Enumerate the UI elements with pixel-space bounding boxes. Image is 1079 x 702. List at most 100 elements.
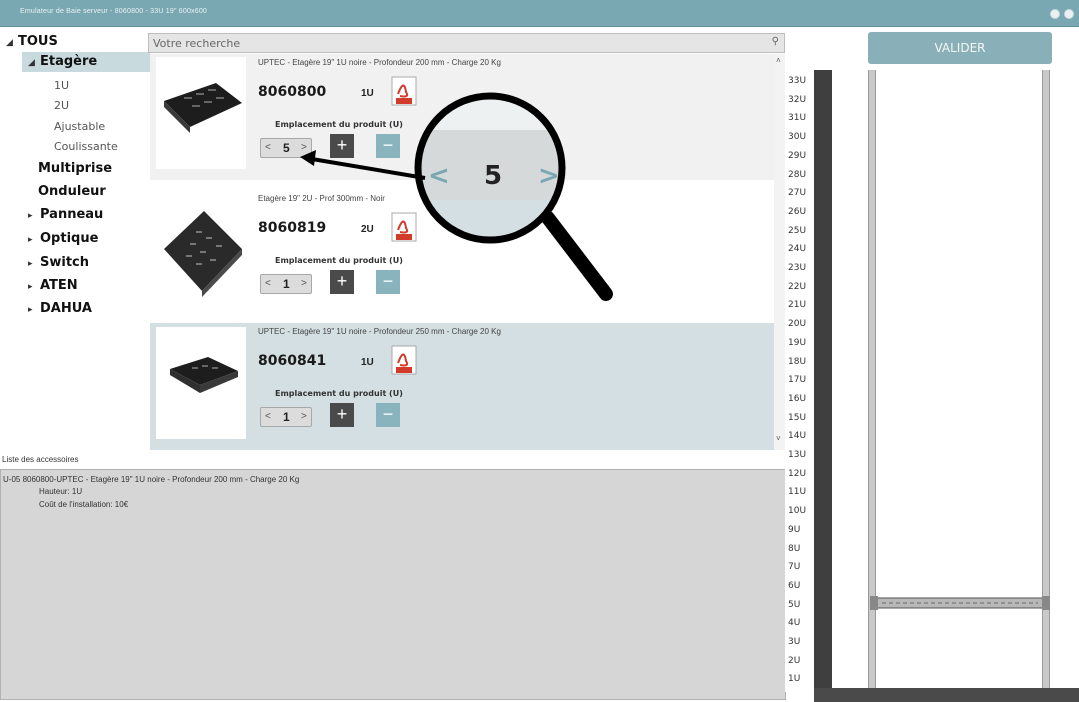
list-scrollbar[interactable]: ˄ ˅ [774,54,785,450]
rack-unit-label: 3U [788,637,801,647]
rack-unit-label: 8U [788,543,801,554]
rack-base [814,688,1079,702]
tree-item-dahua[interactable]: ▸ DAHUA [28,301,92,316]
rack-unit-label: 23U [788,263,807,273]
chevron-left-icon[interactable]: < [265,142,271,153]
tree-item-panneau[interactable]: ▸ Panneau [28,207,103,222]
tree-item-1u[interactable]: 1U [54,79,69,92]
rack-unit-label: 6U [788,580,801,591]
add-button[interactable]: + [330,134,354,158]
product-image [156,327,246,439]
remove-button[interactable]: − [376,134,400,158]
position-value: 1 [283,410,290,424]
rack-unit-label: 31U [788,113,807,124]
chevron-right-icon[interactable]: > [301,278,307,289]
window-title: Emulateur de Baie serveur - 8060800 - 33… [20,8,208,15]
tree-item-optique[interactable]: ▸ Optique [28,231,98,246]
chevron-up-icon[interactable]: ˄ [776,56,781,65]
accessory-cost: Coût de l'installation: 10€ [39,500,129,509]
product-units: 1U [361,357,374,368]
rack-unit-label: 19U [788,337,807,348]
accessories-list: U-05 8060800-UPTEC - Etagère 19" 1U noir… [0,469,786,700]
rack-unit-label: 4U [788,618,801,629]
chevron-left-icon[interactable]: < [265,278,271,289]
category-tree: ◢ TOUS ◢ Etagère 1U 2U Ajustable Coulissan… [0,32,150,450]
product-card[interactable]: UPTEC - Etagère 19" 1U noire - Profondeu… [150,323,784,450]
tree-item-2u[interactable]: 2U [54,99,69,112]
rack-unit-label: 22U [788,281,807,292]
rack-unit-label: 17U [788,375,807,386]
product-image [156,57,246,169]
tree-item-ajustable[interactable]: Ajustable [54,120,105,133]
rack-unit-label: 18U [788,356,807,367]
product-list: UPTEC - Etagère 19" 1U noire - Profondeu… [150,54,784,450]
chevron-right-icon[interactable]: > [301,411,307,422]
tree-item-etagere[interactable]: ◢ Etagère [22,52,150,72]
pdf-icon[interactable] [390,212,418,242]
position-stepper[interactable]: < 1 > [260,274,312,294]
validate-button[interactable]: VALIDER [868,32,1052,64]
position-value: 1 [283,277,290,291]
rack-unit-label: 25U [788,225,807,236]
product-card[interactable]: Etagère 19" 2U - Prof 300mm - Noir 80608… [150,190,784,316]
rack-unit-label: 9U [788,524,801,535]
position-stepper[interactable]: < 1 > [260,407,312,427]
pdf-icon[interactable] [390,76,418,106]
tree-item-onduleur[interactable]: Onduleur [38,184,106,199]
remove-button[interactable]: − [376,403,400,427]
tree-item-switch[interactable]: ▸ Switch [28,255,89,270]
minimize-button[interactable] [1050,9,1060,19]
product-reference: 8060800 [258,84,327,100]
search-icon[interactable]: ⚲ [772,36,779,47]
product-units: 2U [361,224,374,235]
rack-unit-label: 11U [788,487,807,498]
product-reference: 8060841 [258,353,327,369]
position-stepper[interactable]: < 5 > [260,138,312,158]
position-label: Emplacement du produit (U) [275,389,403,398]
position-label: Emplacement du produit (U) [275,256,403,265]
position-label: Emplacement du produit (U) [275,120,403,129]
expand-arrow-icon: ▸ [28,211,33,221]
rack-unit-label: 27U [788,188,807,199]
rack-unit-label: 26U [788,206,807,217]
add-button[interactable]: + [330,270,354,294]
remove-button[interactable]: − [376,270,400,294]
rack-unit-label: 5U [788,599,801,610]
product-description: UPTEC - Etagère 19" 1U noire - Profondeu… [258,58,501,67]
rack-unit-label: 20U [788,319,807,330]
rack-unit-label: 21U [788,300,807,311]
tree-item-aten[interactable]: ▸ ATEN [28,278,78,293]
expand-arrow-icon: ▸ [28,282,33,292]
search-input[interactable] [153,36,753,51]
chevron-right-icon[interactable]: > [301,142,307,153]
rack-unit-label: 33U [788,76,807,86]
rack-unit-label: 12U [788,468,807,479]
rack-unit-label: 1U [788,674,801,685]
add-button[interactable]: + [330,403,354,427]
position-value: 5 [283,141,290,155]
rack-unit-label: 30U [788,132,807,143]
rack-unit-label: 24U [788,244,807,255]
pdf-icon[interactable] [390,345,418,375]
accessory-line: U-05 8060800-UPTEC - Etagère 19" 1U noir… [3,475,300,484]
close-button[interactable] [1064,9,1074,19]
collapse-arrow-icon: ◢ [28,58,35,68]
chevron-left-icon[interactable]: < [265,411,271,422]
product-card[interactable]: UPTEC - Etagère 19" 1U noire - Profondeu… [150,54,784,180]
tree-item-tous[interactable]: ◢ TOUS [6,34,58,49]
rack-unit-scale: 33U 32U 31U 30U 29U 28U 27U 26U 25U 24U 23U 22U 21U 2… [785,70,815,692]
product-description: UPTEC - Etagère 19" 1U noire - Profondeu… [258,327,501,336]
installed-shelf[interactable] [869,596,1051,612]
accessories-label: Liste des accessoires [2,455,79,464]
tree-item-multiprise[interactable]: Multiprise [38,161,112,176]
rack-unit-label: 16U [788,393,807,404]
expand-arrow-icon: ▸ [28,235,33,245]
chevron-down-icon[interactable]: ˅ [776,434,781,443]
search-bar: ⚲ [148,33,785,53]
tree-item-coulissante[interactable]: Coulissante [54,140,118,153]
product-units: 1U [361,88,374,99]
rack-unit-label: 29U [788,150,807,161]
product-description: Etagère 19" 2U - Prof 300mm - Noir [258,194,385,203]
title-bar: Emulateur de Baie serveur - 8060800 - 33… [0,0,1079,27]
product-reference: 8060819 [258,220,327,236]
